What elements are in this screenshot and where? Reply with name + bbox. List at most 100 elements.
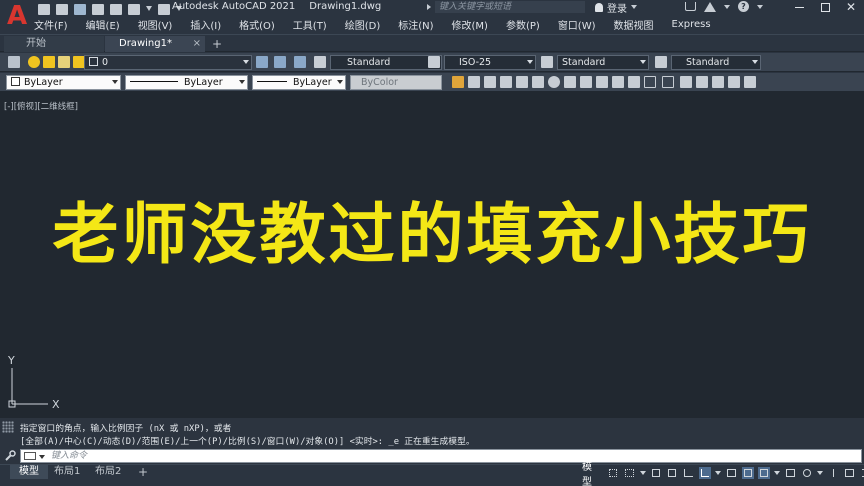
chevron-down-icon[interactable] xyxy=(774,471,781,475)
multileader-style-dropdown[interactable]: Standard xyxy=(671,55,761,70)
maximize-button[interactable] xyxy=(812,0,838,14)
match-layer-icon[interactable] xyxy=(274,56,286,68)
grid-icon[interactable] xyxy=(607,467,619,479)
table-style-dropdown[interactable]: Standard xyxy=(557,55,649,70)
ortho-icon[interactable] xyxy=(682,467,694,479)
command-input[interactable]: 键入命令 xyxy=(20,449,862,463)
new-tab-button[interactable]: + xyxy=(212,36,222,52)
customization-menu-icon[interactable] xyxy=(860,467,864,479)
mirror-icon[interactable] xyxy=(484,76,496,88)
infer-constraints-icon[interactable] xyxy=(650,467,662,479)
array-icon[interactable] xyxy=(516,76,528,88)
chevron-down-icon[interactable] xyxy=(715,471,722,475)
spline-icon[interactable] xyxy=(744,76,756,88)
scale-icon[interactable] xyxy=(564,76,576,88)
linetype-dropdown[interactable]: ByLayer xyxy=(125,75,248,90)
menu-file[interactable]: 文件(F) xyxy=(34,17,68,32)
app-menu-button[interactable]: A xyxy=(4,2,30,30)
workspace-icon[interactable] xyxy=(801,467,813,479)
offset-icon[interactable] xyxy=(500,76,512,88)
drawing-area[interactable]: [-][俯视][二维线框] 老师没教过的填充小技巧 Y X xyxy=(0,92,864,417)
close-tab-icon[interactable]: × xyxy=(193,36,201,52)
chevron-down-icon[interactable] xyxy=(146,6,152,12)
redo-icon[interactable] xyxy=(158,3,170,15)
customize-icon[interactable] xyxy=(4,450,16,462)
save-as-icon[interactable] xyxy=(92,3,104,15)
sun-icon[interactable] xyxy=(43,56,55,68)
model-space-label[interactable]: 模型 xyxy=(582,458,601,486)
command-prompt-icon[interactable] xyxy=(24,452,36,460)
menu-window[interactable]: 窗口(W) xyxy=(558,17,596,32)
multileader-style-icon[interactable] xyxy=(655,56,667,68)
previous-layer-icon[interactable] xyxy=(294,56,306,68)
trim-icon[interactable] xyxy=(596,76,608,88)
stretch-icon[interactable] xyxy=(580,76,592,88)
add-layout-button[interactable]: + xyxy=(132,465,154,479)
move-icon[interactable] xyxy=(532,76,544,88)
chevron-right-icon[interactable] xyxy=(427,4,431,10)
login-button[interactable]: 登录 xyxy=(595,0,637,15)
tab-drawing1[interactable]: Drawing1* × xyxy=(105,36,205,52)
menu-dataview[interactable]: 数据视图 xyxy=(614,17,654,32)
menu-insert[interactable]: 插入(I) xyxy=(190,17,221,32)
object-snap-tracking-icon[interactable] xyxy=(741,467,754,479)
drag-handle-icon[interactable] xyxy=(2,421,14,433)
chevron-down-icon[interactable] xyxy=(724,4,730,9)
chevron-down-icon[interactable] xyxy=(639,471,646,475)
plus-icon[interactable] xyxy=(827,467,839,479)
dimension-style-dropdown[interactable]: ISO-25 xyxy=(444,55,536,70)
rotate-icon[interactable] xyxy=(548,76,560,88)
annotation-scale-icon[interactable] xyxy=(784,467,796,479)
erase-icon[interactable] xyxy=(452,76,464,88)
layer-dropdown[interactable]: 0 xyxy=(84,55,252,70)
isometric-icon[interactable] xyxy=(725,467,737,479)
open-folder-icon[interactable] xyxy=(56,3,68,15)
viewport-freeze-icon[interactable] xyxy=(58,56,70,68)
copy-icon[interactable] xyxy=(468,76,480,88)
chevron-down-icon[interactable] xyxy=(816,471,823,475)
chevron-down-icon[interactable] xyxy=(39,455,45,459)
text-style-icon[interactable] xyxy=(314,56,326,68)
join-icon[interactable] xyxy=(662,76,674,88)
object-snap-icon[interactable] xyxy=(757,467,771,479)
menu-dimension[interactable]: 标注(N) xyxy=(398,17,433,32)
menu-edit[interactable]: 编辑(E) xyxy=(86,17,120,32)
fillet-icon[interactable] xyxy=(696,76,708,88)
make-current-layer-icon[interactable] xyxy=(256,56,268,68)
chevron-down-icon[interactable] xyxy=(757,4,763,9)
menu-view[interactable]: 视图(V) xyxy=(138,17,173,32)
tab-start[interactable]: 开始 xyxy=(4,36,104,52)
undo-icon[interactable] xyxy=(128,3,140,15)
text-style-dropdown[interactable]: Standard xyxy=(330,55,442,70)
new-file-icon[interactable] xyxy=(38,3,50,15)
tab-model[interactable]: 模型 xyxy=(10,465,48,479)
break-icon[interactable] xyxy=(644,76,656,88)
layer-properties-icon[interactable] xyxy=(8,56,20,68)
autodesk-app-icon[interactable] xyxy=(704,1,716,12)
tab-layout1[interactable]: 布局1 xyxy=(48,465,86,479)
lightbulb-icon[interactable] xyxy=(28,56,40,68)
menu-parametric[interactable]: 参数(P) xyxy=(506,17,540,32)
search-input[interactable]: 键入关键字或短语 xyxy=(435,1,585,13)
viewport-controls[interactable]: [-][俯视][二维线框] xyxy=(4,100,78,112)
close-button[interactable]: ✕ xyxy=(838,0,864,14)
menu-draw[interactable]: 绘图(D) xyxy=(345,17,381,32)
polar-tracking-icon[interactable] xyxy=(698,467,712,479)
menu-format[interactable]: 格式(O) xyxy=(239,17,275,32)
tab-layout2[interactable]: 布局2 xyxy=(89,465,127,479)
menu-express[interactable]: Express xyxy=(672,19,711,30)
print-icon[interactable] xyxy=(110,3,122,15)
blend-curves-icon[interactable] xyxy=(712,76,724,88)
isolate-objects-icon[interactable] xyxy=(843,467,855,479)
explode-icon[interactable] xyxy=(728,76,740,88)
menu-modify[interactable]: 修改(M) xyxy=(452,17,488,32)
table-style-icon[interactable] xyxy=(541,56,553,68)
menu-tools[interactable]: 工具(T) xyxy=(293,17,327,32)
dynamic-input-icon[interactable] xyxy=(666,467,678,479)
break-at-point-icon[interactable] xyxy=(628,76,640,88)
lineweight-dropdown[interactable]: ByLayer xyxy=(252,75,346,90)
help-icon[interactable]: ? xyxy=(738,1,749,12)
extend-icon[interactable] xyxy=(612,76,624,88)
snap-icon[interactable] xyxy=(623,467,635,479)
save-icon[interactable] xyxy=(74,3,86,15)
